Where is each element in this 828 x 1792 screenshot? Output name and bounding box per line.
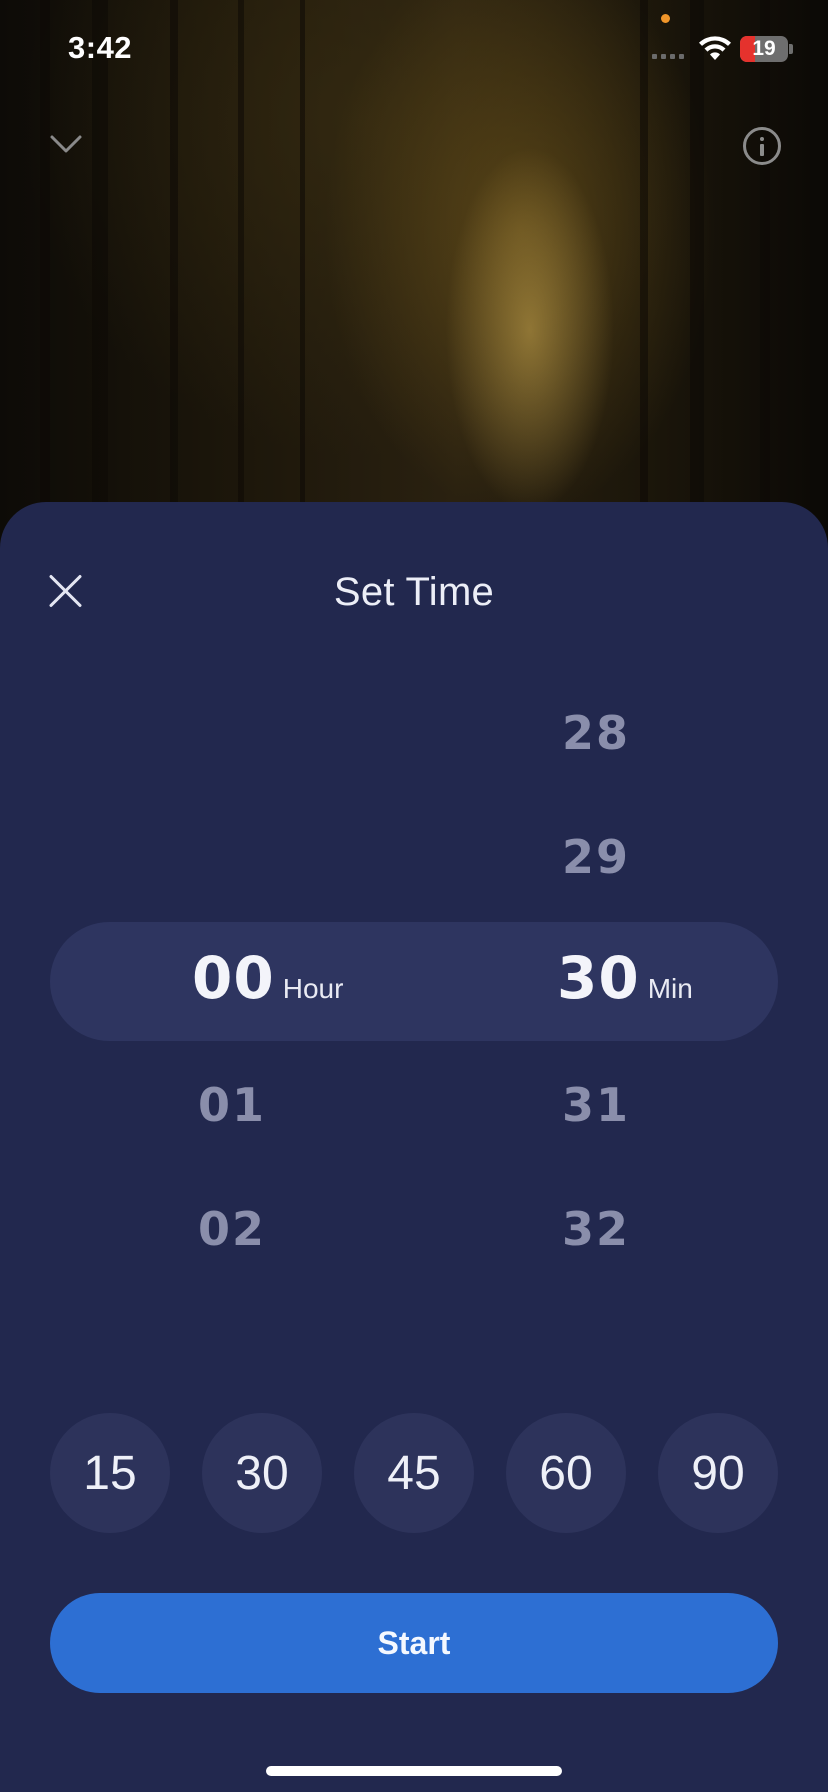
forest-background-image [0,0,828,560]
sleep-timer-screen: 3:42 19 Set Time 28 29 00 Hour 30 Min 01… [0,0,828,1792]
minute-picker-selected[interactable]: 30 Min [557,944,693,1012]
home-indicator[interactable] [266,1766,562,1776]
battery-icon: 19 [740,36,788,62]
chevron-down-icon[interactable] [48,132,84,156]
info-icon[interactable] [743,127,781,165]
wifi-icon [699,36,731,60]
battery-tip [789,44,793,54]
status-time: 3:42 [68,30,133,65]
minute-option[interactable]: 29 [496,830,696,884]
minute-option[interactable]: 32 [496,1202,696,1256]
selected-hour: 00 [192,944,275,1012]
preset-button-90[interactable]: 90 [658,1413,778,1533]
minute-option[interactable]: 31 [496,1078,696,1132]
minute-unit-label: Min [647,973,693,1004]
sheet-title: Set Time [333,570,495,614]
preset-button-30[interactable]: 30 [202,1413,322,1533]
selected-minute: 30 [557,944,640,1012]
hour-unit-label: Hour [282,973,344,1004]
preset-button-15[interactable]: 15 [50,1413,170,1533]
minute-option[interactable]: 28 [496,706,696,760]
hour-picker-selected[interactable]: 00 Hour [192,944,343,1012]
hour-option[interactable]: 01 [132,1078,332,1132]
cellular-signal-icon [652,54,684,59]
start-button[interactable]: Start [50,1593,778,1693]
preset-button-60[interactable]: 60 [506,1413,626,1533]
privacy-indicator-dot [661,14,670,23]
preset-button-45[interactable]: 45 [354,1413,474,1533]
hour-option[interactable]: 02 [132,1202,332,1256]
battery-level-text: 19 [752,37,776,60]
